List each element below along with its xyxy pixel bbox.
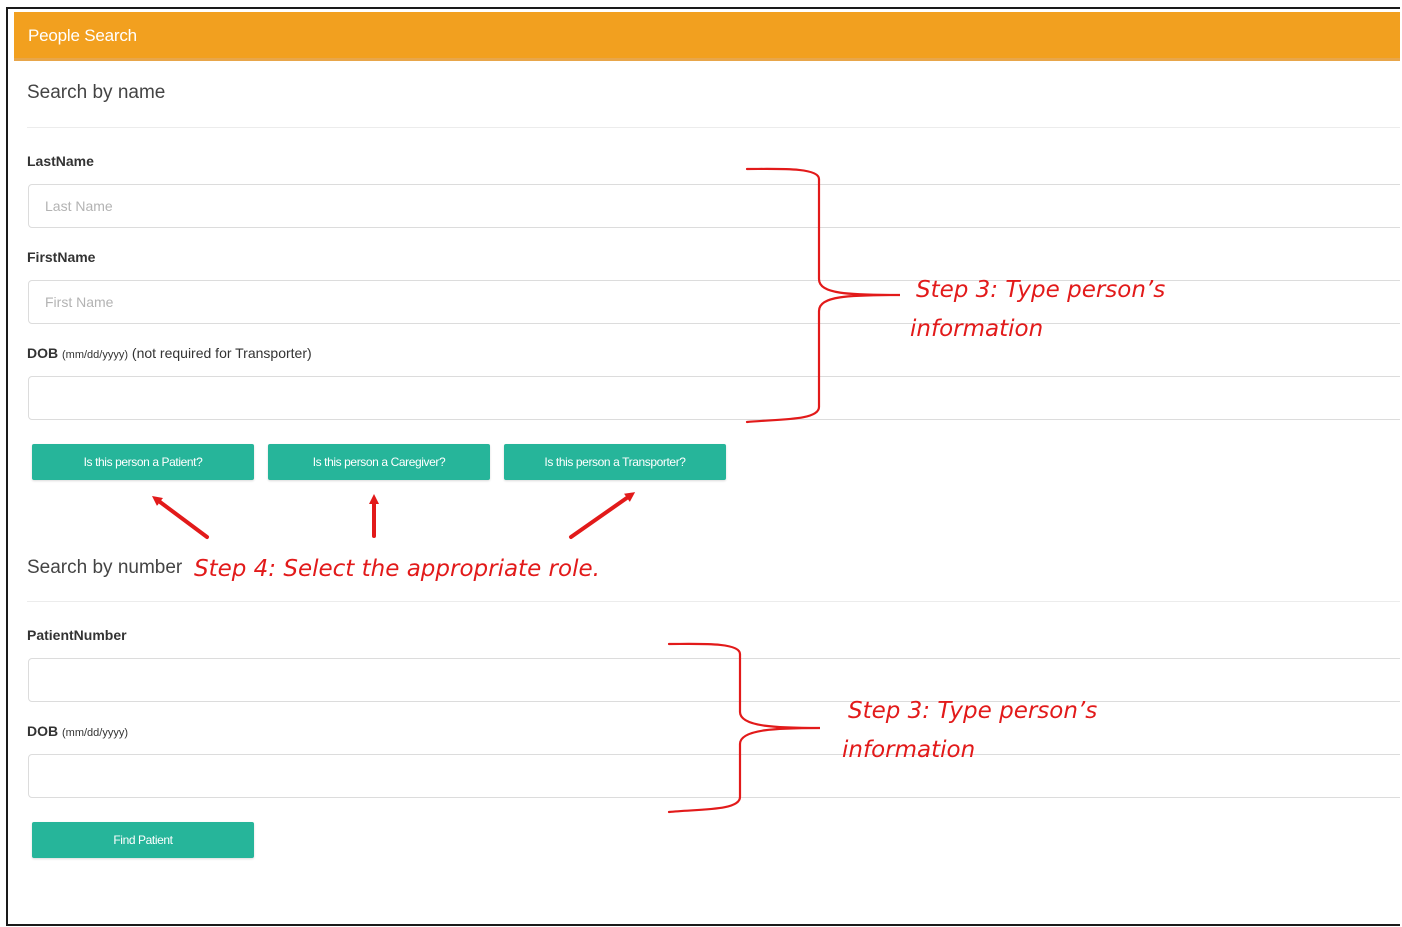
arrow-to-transporter-button (569, 492, 636, 539)
bottom-brace (667, 642, 821, 814)
arrow-to-patient-button (151, 496, 209, 539)
annotation-overlay (151, 167, 901, 814)
top-brace (745, 167, 901, 424)
people-search-panel: People Search Search by name LastName Fi… (6, 7, 1400, 926)
